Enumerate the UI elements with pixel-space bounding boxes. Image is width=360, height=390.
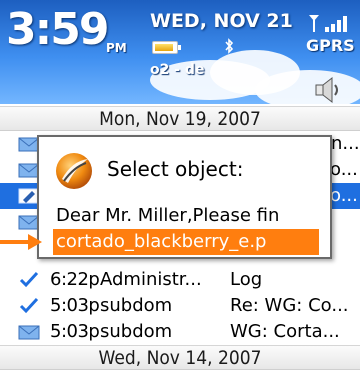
check-icon — [19, 271, 39, 288]
volume-icon[interactable] — [313, 76, 345, 104]
carrier-name: o2 - de — [150, 62, 205, 78]
clock-time: 3:59 — [6, 4, 109, 55]
signal-icon — [309, 15, 347, 32]
bluetooth-icon — [221, 38, 237, 56]
network-type: GPRS — [306, 36, 355, 55]
message-sender: Administr... — [100, 269, 202, 290]
message-subject: WG: Corta... — [230, 321, 340, 342]
message-sender: subdom — [100, 295, 173, 316]
list-item[interactable]: 6:22p Administr... Log — [0, 267, 360, 293]
check-icon — [19, 297, 39, 314]
status-banner: 3:59 PM WED, NOV 21 o2 - de GPRS — [0, 0, 360, 104]
date-divider: Wed, Nov 14, 2007 — [0, 345, 360, 370]
message-subject: Re: WG: Co... — [230, 295, 349, 316]
dialog-title: Select object: — [107, 157, 244, 181]
battery-icon — [152, 41, 181, 54]
message-subject: o... — [330, 159, 358, 180]
list-item[interactable]: 5:03p subdom Re: WG: Co... — [0, 293, 360, 319]
dialog-option-attachment[interactable]: cortado_blackberry_e.p — [53, 229, 319, 255]
message-subject: Log — [230, 269, 263, 290]
message-time: 5:03p — [50, 321, 100, 342]
battery-nub — [178, 45, 181, 50]
envelope-icon — [18, 325, 40, 340]
status-date: WED, NOV 21 — [150, 10, 293, 32]
pointer-arrow-icon — [0, 234, 42, 250]
message-time: 6:22p — [50, 269, 100, 290]
date-divider: Mon, Nov 19, 2007 — [0, 106, 360, 131]
message-time: 5:03p — [50, 295, 100, 316]
select-object-dialog: Select object: Dear Mr. Miller,Please fi… — [37, 135, 332, 259]
message-subject: o... — [330, 185, 358, 206]
cortado-app-icon — [56, 153, 92, 189]
dialog-option-message[interactable]: Dear Mr. Miller,Please fin — [53, 203, 319, 229]
clock-ampm: PM — [106, 41, 127, 55]
message-sender: subdom — [100, 321, 173, 342]
battery-fill — [155, 44, 173, 51]
list-item[interactable]: 5:03p subdom WG: Corta... — [0, 319, 360, 345]
